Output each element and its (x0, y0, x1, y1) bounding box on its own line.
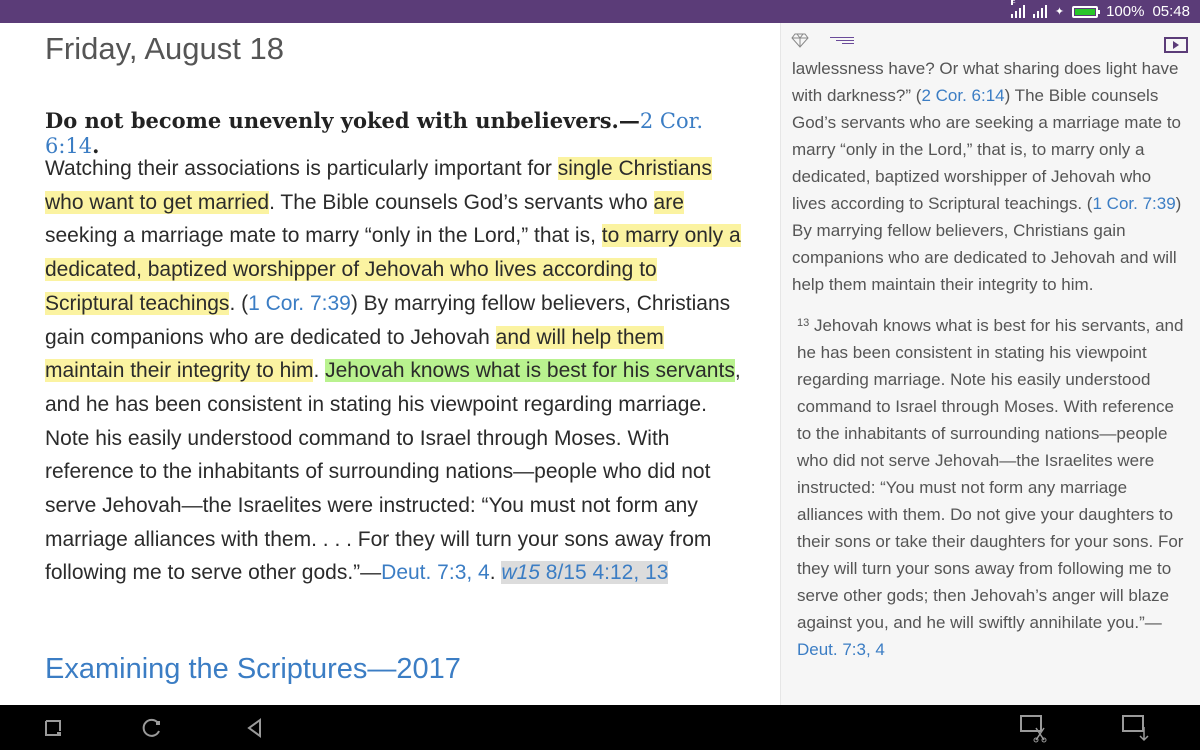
gem-icon[interactable] (791, 31, 809, 49)
reference-text-run: Jehovah knows what is best for his serva… (797, 316, 1184, 632)
body-text: . The Bible counsels God’s servants who (269, 190, 654, 214)
publication-title[interactable]: Examining the Scriptures—2017 (45, 653, 461, 686)
signal-type-label: E (1010, 0, 1016, 5)
page-title: Friday, August 18 (45, 31, 284, 66)
reference-text: lawlessness have? Or what sharing does l… (792, 55, 1187, 663)
comment-paragraph: Watching their associations is particula… (45, 152, 745, 590)
theme-scripture: Do not become unevenly yoked with unbeli… (45, 108, 745, 158)
paragraph-number: 13 (797, 317, 810, 329)
scripture-link[interactable]: 1 Cor. 7:39 (1092, 194, 1175, 213)
reference-toolbar (781, 23, 1200, 59)
highlight-green[interactable]: Jehovah knows what is best for his serva… (325, 359, 735, 383)
scripture-link[interactable]: 1 Cor. 7:39 (248, 292, 351, 315)
reference-paragraph-12: lawlessness have? Or what sharing does l… (792, 55, 1187, 298)
publication-symbol: w15 (501, 561, 540, 585)
scripture-link[interactable]: 2 Cor. 6:14 (921, 86, 1004, 105)
status-bar: E ✦ 100% 05:48 (0, 0, 1200, 23)
body-text: seeking a marriage mate to marry “only i… (45, 224, 602, 248)
reference-paragraph-13: 13 Jehovah knows what is best for his se… (792, 312, 1187, 663)
body-text: , and he has been consistent in stating … (45, 359, 741, 585)
publication-reference: 8/15 4:12, 13 (539, 561, 669, 585)
bluetooth-icon: ✦ (1054, 6, 1065, 18)
clock: 05:48 (1152, 3, 1190, 20)
panel-toggle-icon[interactable] (1164, 37, 1188, 53)
reference-pane[interactable]: lawlessness have? Or what sharing does l… (781, 23, 1200, 705)
daily-text-pane[interactable]: Friday, August 18 Do not become unevenly… (0, 23, 780, 705)
lines-icon[interactable] (830, 37, 854, 45)
scripture-link[interactable]: Deut. 7:3, 4 (797, 640, 885, 659)
publication-reference-link[interactable]: w15 8/15 4:12, 13 (501, 561, 669, 585)
screenshot-cut-icon[interactable] (1018, 713, 1048, 743)
theme-text: Do not become unevenly yoked with unbeli… (45, 108, 640, 133)
body-text: Watching their associations is particula… (45, 157, 558, 180)
battery-percent: 100% (1106, 3, 1145, 20)
body-text: . (313, 359, 326, 383)
signal-icon-2 (1032, 5, 1047, 18)
scripture-link[interactable]: Deut. 7:3, 4 (381, 561, 490, 584)
square-nav-icon[interactable] (38, 713, 68, 743)
battery-icon (1072, 5, 1101, 18)
status-icons: E ✦ 100% 05:48 (1010, 0, 1190, 23)
highlight-yellow[interactable]: are (653, 190, 684, 214)
body-text: . (489, 561, 502, 585)
back-nav-icon[interactable] (240, 713, 270, 743)
circle-nav-icon[interactable] (137, 713, 167, 743)
signal-icon: E (1010, 0, 1025, 18)
body-text: . ( (229, 291, 249, 315)
navigation-bar (0, 705, 1200, 750)
screenshot-download-icon[interactable] (1120, 713, 1150, 743)
